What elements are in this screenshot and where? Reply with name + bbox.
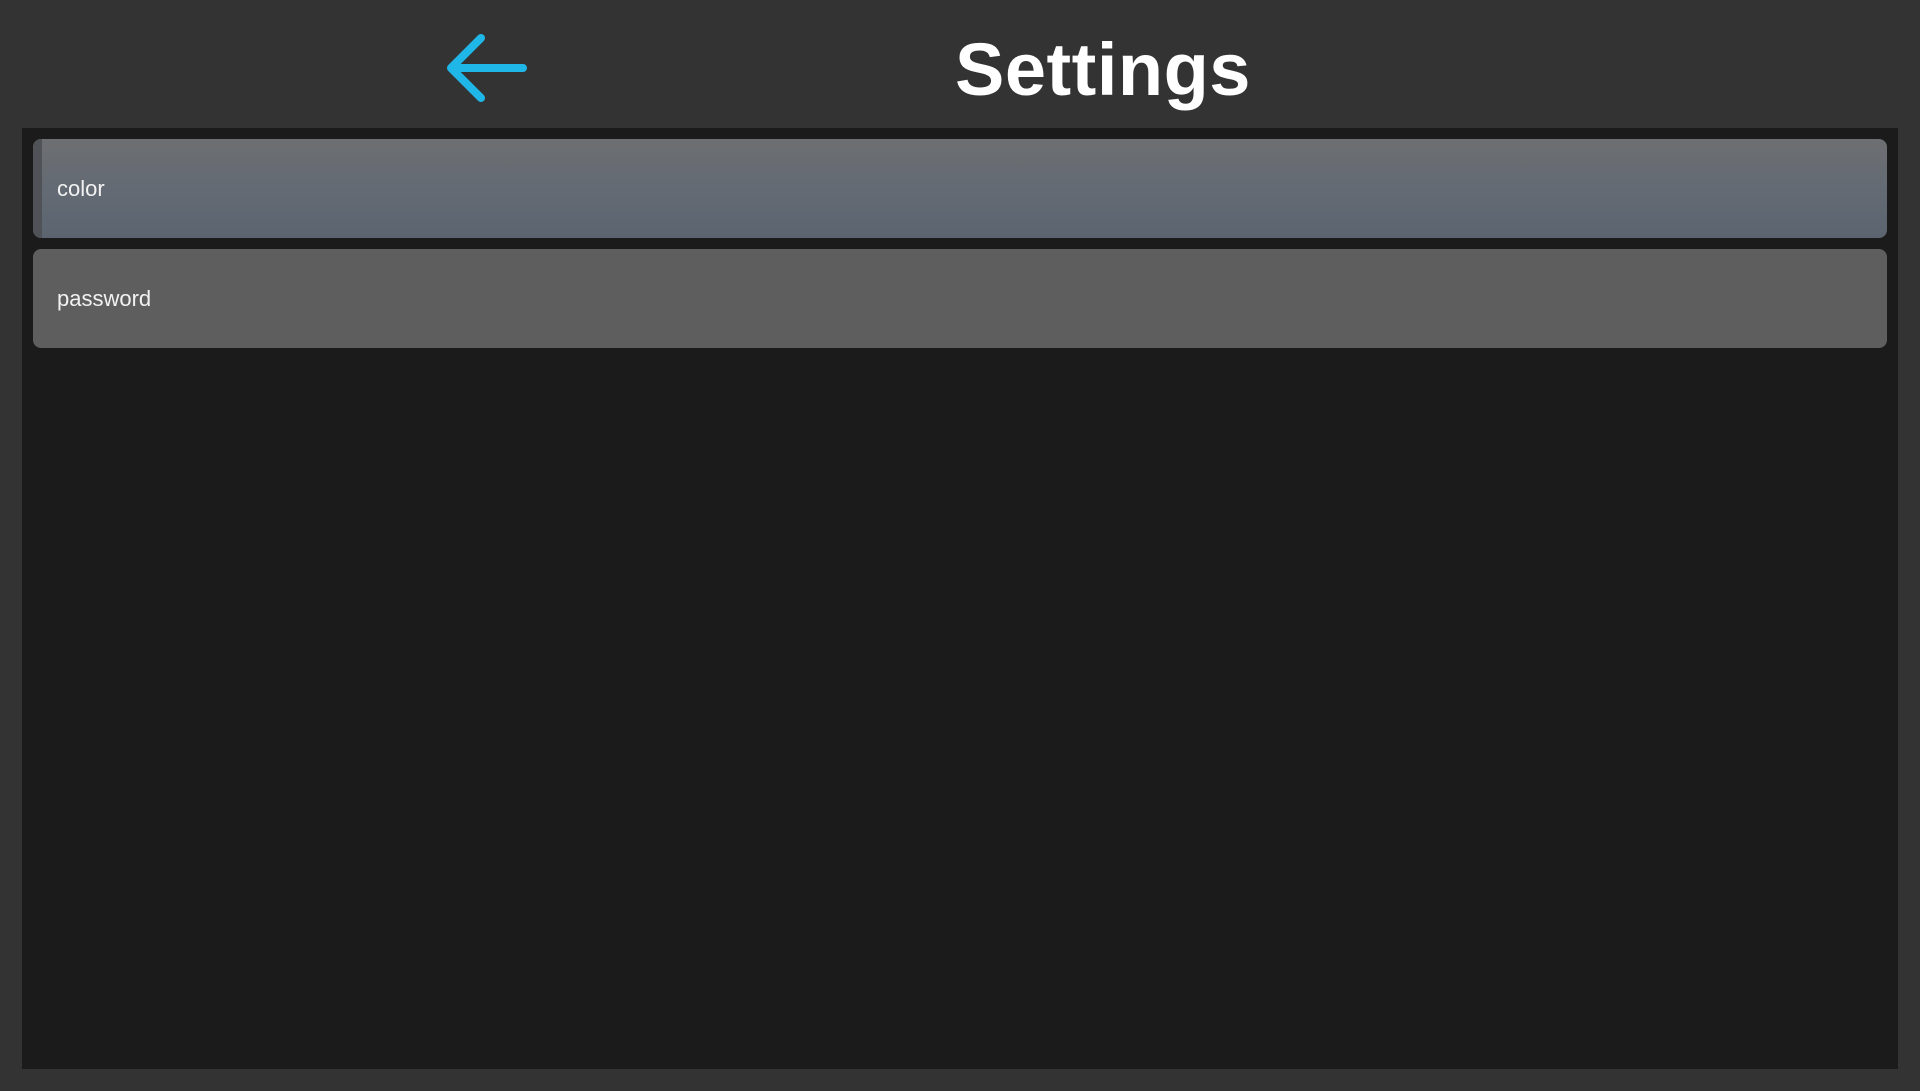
page-title: Settings: [955, 28, 1251, 111]
settings-item-label: password: [57, 285, 152, 311]
settings-item-password[interactable]: password: [33, 249, 1887, 348]
settings-panel: color password: [22, 128, 1898, 1069]
settings-list: color password: [33, 139, 1887, 359]
settings-item-color[interactable]: color: [33, 139, 1887, 238]
header-bar: Settings: [0, 0, 1920, 128]
settings-item-label: color: [57, 175, 105, 201]
